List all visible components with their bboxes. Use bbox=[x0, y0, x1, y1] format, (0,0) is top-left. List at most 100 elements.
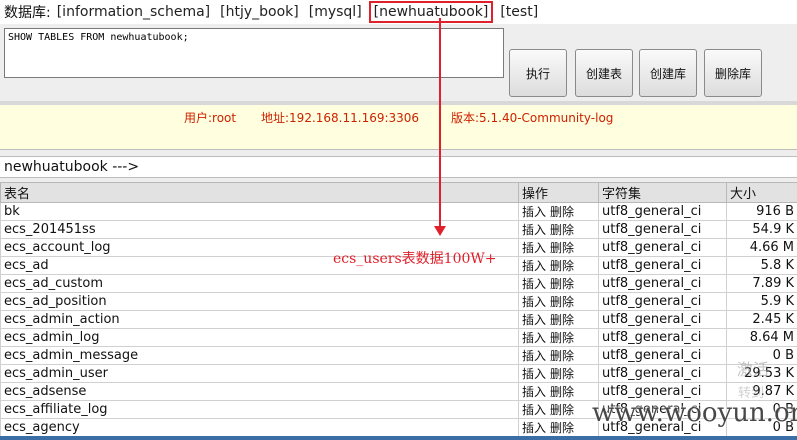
table-name-cell[interactable]: ecs_ad_position bbox=[0, 292, 519, 311]
insert-link[interactable]: 插入 bbox=[522, 385, 546, 399]
col-header-size: 大小 bbox=[726, 182, 797, 203]
table-row: bk 插入 删除 utf8_general_ci 916 B bbox=[0, 202, 797, 221]
insert-link[interactable]: 插入 bbox=[522, 295, 546, 309]
ops-cell: 插入 删除 bbox=[518, 202, 599, 221]
delete-link[interactable]: 删除 bbox=[550, 403, 574, 417]
size-cell: 916 B bbox=[726, 202, 797, 221]
watermark-activate: 激活 bbox=[737, 360, 770, 379]
watermark-site: www.wooyun.org bbox=[592, 398, 797, 428]
table-row: ecs_ad_position 插入 删除 utf8_general_ci 5.9 K bbox=[0, 292, 797, 311]
charset-cell: utf8_general_ci bbox=[598, 202, 727, 221]
charset-cell: utf8_general_ci bbox=[598, 364, 727, 383]
insert-link[interactable]: 插入 bbox=[522, 421, 546, 435]
ops-cell: 插入 删除 bbox=[518, 400, 599, 419]
insert-link[interactable]: 插入 bbox=[522, 403, 546, 417]
table-row: ecs_admin_user 插入 删除 utf8_general_ci 29.53 K bbox=[0, 364, 797, 383]
charset-cell: utf8_general_ci bbox=[598, 346, 727, 365]
delete-link[interactable]: 删除 bbox=[550, 367, 574, 381]
ops-cell: 插入 删除 bbox=[518, 238, 599, 257]
server-info-panel: 用户:root 地址:192.168.11.169:3306 版本:5.1.40… bbox=[0, 105, 797, 150]
delete-link[interactable]: 删除 bbox=[550, 313, 574, 327]
ops-cell: 插入 删除 bbox=[518, 310, 599, 329]
insert-link[interactable]: 插入 bbox=[522, 331, 546, 345]
taskbar bbox=[0, 436, 797, 440]
version-info: 版本:5.1.40-Community-log bbox=[451, 111, 614, 125]
col-header-charset: 字符集 bbox=[598, 182, 727, 203]
charset-cell: utf8_general_ci bbox=[598, 220, 727, 239]
annotation-arrow-line bbox=[439, 18, 441, 230]
table-header-row: 表名 操作 字符集 大小 bbox=[0, 182, 797, 203]
delete-link[interactable]: 删除 bbox=[550, 259, 574, 273]
size-cell: 4.66 M bbox=[726, 238, 797, 257]
insert-link[interactable]: 插入 bbox=[522, 277, 546, 291]
delete-link[interactable]: 删除 bbox=[550, 349, 574, 363]
col-header-ops: 操作 bbox=[518, 182, 599, 203]
size-cell: 8.64 M bbox=[726, 328, 797, 347]
database-bar: 数据库: [information_schema] [htjy_book] [m… bbox=[0, 0, 797, 24]
ops-cell: 插入 删除 bbox=[518, 364, 599, 383]
table-name-cell[interactable]: ecs_affiliate_log bbox=[0, 400, 519, 419]
table-name-cell[interactable]: ecs_admin_action bbox=[0, 310, 519, 329]
breadcrumb: newhuatubook ---> bbox=[0, 156, 797, 178]
delete-link[interactable]: 删除 bbox=[550, 421, 574, 435]
insert-link[interactable]: 插入 bbox=[522, 223, 546, 237]
create-database-button[interactable]: 创建库 bbox=[639, 49, 697, 97]
annotation-text: ecs_users表数据100W+ bbox=[333, 251, 497, 267]
insert-link[interactable]: 插入 bbox=[522, 259, 546, 273]
insert-link[interactable]: 插入 bbox=[522, 367, 546, 381]
annotation-arrow-head bbox=[434, 226, 446, 236]
ops-cell: 插入 删除 bbox=[518, 292, 599, 311]
size-cell: 7.89 K bbox=[726, 274, 797, 293]
charset-cell: utf8_general_ci bbox=[598, 238, 727, 257]
size-cell: 5.8 K bbox=[726, 256, 797, 275]
delete-link[interactable]: 删除 bbox=[550, 241, 574, 255]
table-row: ecs_admin_log 插入 删除 utf8_general_ci 8.64 M bbox=[0, 328, 797, 347]
ops-cell: 插入 删除 bbox=[518, 220, 599, 239]
table-row: ecs_admin_action 插入 删除 utf8_general_ci 2.45 … bbox=[0, 310, 797, 329]
table-row: ecs_admin_message 插入 删除 utf8_general_ci 0 B bbox=[0, 346, 797, 365]
size-cell: 2.45 K bbox=[726, 310, 797, 329]
charset-cell: utf8_general_ci bbox=[598, 274, 727, 293]
db-link-test[interactable]: [test] bbox=[500, 4, 538, 20]
ops-cell: 插入 删除 bbox=[518, 274, 599, 293]
delete-link[interactable]: 删除 bbox=[550, 223, 574, 237]
ops-cell: 插入 删除 bbox=[518, 328, 599, 347]
execute-button[interactable]: 执行 bbox=[509, 49, 567, 97]
ops-cell: 插入 删除 bbox=[518, 418, 599, 437]
db-link-information-schema[interactable]: [information_schema] bbox=[57, 4, 210, 20]
insert-link[interactable]: 插入 bbox=[522, 349, 546, 363]
db-link-newhuatubook[interactable]: [newhuatubook] bbox=[368, 1, 494, 23]
table-name-cell[interactable]: ecs_agency bbox=[0, 418, 519, 437]
size-cell: 54.9 K bbox=[726, 220, 797, 239]
table-row: ecs_ad_custom 插入 删除 utf8_general_ci 7.89 K bbox=[0, 274, 797, 293]
insert-link[interactable]: 插入 bbox=[522, 205, 546, 219]
user-info: 用户:root bbox=[184, 111, 237, 125]
delete-link[interactable]: 删除 bbox=[550, 205, 574, 219]
table-name-cell[interactable]: ecs_admin_log bbox=[0, 328, 519, 347]
table-name-cell[interactable]: ecs_admin_user bbox=[0, 364, 519, 383]
create-table-button[interactable]: 创建表 bbox=[575, 49, 633, 97]
insert-link[interactable]: 插入 bbox=[522, 241, 546, 255]
ops-cell: 插入 删除 bbox=[518, 256, 599, 275]
charset-cell: utf8_general_ci bbox=[598, 256, 727, 275]
insert-link[interactable]: 插入 bbox=[522, 313, 546, 327]
db-link-htjy-book[interactable]: [htjy_book] bbox=[220, 4, 299, 20]
charset-cell: utf8_general_ci bbox=[598, 292, 727, 311]
size-cell: 5.9 K bbox=[726, 292, 797, 311]
delete-link[interactable]: 删除 bbox=[550, 277, 574, 291]
table-name-cell[interactable]: ecs_adsense bbox=[0, 382, 519, 401]
drop-database-button[interactable]: 删除库 bbox=[704, 49, 762, 97]
charset-cell: utf8_general_ci bbox=[598, 310, 727, 329]
table-name-cell[interactable]: ecs_admin_message bbox=[0, 346, 519, 365]
delete-link[interactable]: 删除 bbox=[550, 385, 574, 399]
address-info: 地址:192.168.11.169:3306 bbox=[261, 111, 420, 125]
sql-query-input[interactable]: SHOW TABLES FROM newhuatubook; bbox=[4, 28, 504, 78]
table-name-cell[interactable]: ecs_ad_custom bbox=[0, 274, 519, 293]
delete-link[interactable]: 删除 bbox=[550, 295, 574, 309]
charset-cell: utf8_general_ci bbox=[598, 328, 727, 347]
ops-cell: 插入 删除 bbox=[518, 382, 599, 401]
ops-cell: 插入 删除 bbox=[518, 346, 599, 365]
db-link-mysql[interactable]: [mysql] bbox=[309, 4, 362, 20]
delete-link[interactable]: 删除 bbox=[550, 331, 574, 345]
database-label: 数据库: bbox=[4, 5, 51, 21]
